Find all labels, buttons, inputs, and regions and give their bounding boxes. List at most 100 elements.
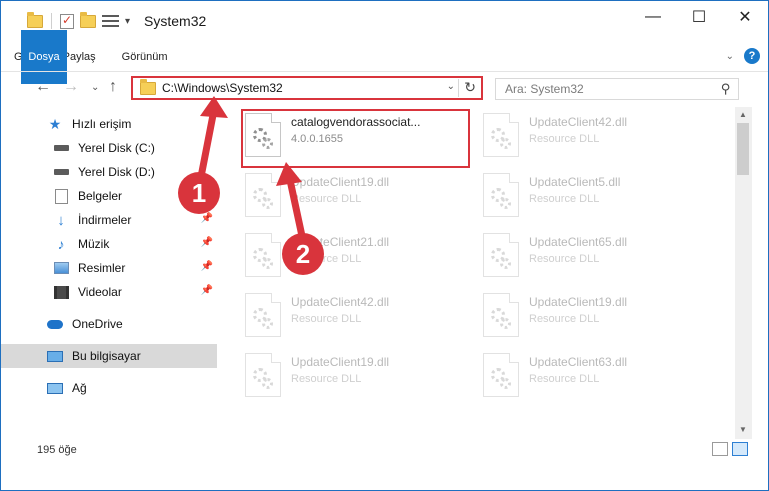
star-icon: ★: [48, 115, 62, 132]
dll-file-icon: [483, 113, 519, 157]
search-box[interactable]: Ara: System32 ⚲: [495, 78, 739, 100]
dll-file-icon: [245, 293, 281, 337]
address-folder-icon: [140, 78, 156, 95]
network-icon: [47, 380, 63, 396]
file-name: UpdateClient63.dll: [529, 355, 628, 369]
download-icon: ↓: [57, 211, 65, 229]
toolbar-divider: [51, 13, 52, 29]
file-item[interactable]: UpdateClient63.dll Resource DLL: [467, 349, 697, 403]
pictures-icon: [53, 260, 69, 276]
close-button[interactable]: ✕: [722, 1, 768, 33]
expand-ribbon-chevron-icon[interactable]: ⌄: [726, 51, 734, 62]
file-name: UpdateClient5.dll: [529, 175, 621, 189]
properties-icon[interactable]: [60, 13, 74, 29]
scroll-up-arrow-icon[interactable]: ▲: [739, 110, 747, 119]
file-name: UpdateClient19.dll: [529, 295, 628, 309]
file-item[interactable]: UpdateClient19.dll Resource DLL: [229, 169, 459, 223]
drive-icon: [53, 140, 69, 156]
computer-icon: [47, 348, 63, 364]
address-path[interactable]: C:\Windows\System32: [162, 81, 283, 95]
file-description: Resource DLL: [291, 313, 362, 325]
minimize-button[interactable]: —: [630, 1, 676, 33]
pin-icon[interactable]: 📌: [201, 261, 213, 272]
sidebar-item-videos[interactable]: Videolar 📌: [1, 280, 217, 304]
file-description: Resource DLL: [529, 133, 600, 145]
up-arrow-icon[interactable]: ↑: [109, 78, 117, 96]
sidebar-item-label: Hızlı erişim: [72, 117, 132, 131]
sidebar-item-this-pc[interactable]: Bu bilgisayar: [1, 344, 217, 368]
file-item[interactable]: UpdateClient5.dll Resource DLL: [467, 169, 697, 223]
drive-icon: [53, 164, 69, 180]
navigation-pane: ★ Hızlı erişim Yerel Disk (C:) Yerel Dis…: [1, 107, 217, 431]
sidebar-item-network[interactable]: Ağ: [1, 376, 217, 400]
selected-file-highlight-box: [241, 109, 470, 168]
document-icon: [53, 188, 69, 204]
dll-file-icon: [483, 173, 519, 217]
pin-icon[interactable]: 📌: [201, 213, 213, 224]
address-divider: [458, 79, 459, 97]
folder-icon: [27, 11, 43, 28]
pin-icon[interactable]: 📌: [201, 237, 213, 248]
sidebar-item-pictures[interactable]: Resimler 📌: [1, 256, 217, 280]
sidebar-item-label: İndirmeler: [78, 213, 132, 227]
address-dropdown-icon[interactable]: ⌄: [447, 81, 455, 92]
file-item[interactable]: UpdateClient19.dll Resource DLL: [467, 289, 697, 343]
sidebar-item-onedrive[interactable]: OneDrive: [1, 312, 217, 336]
sidebar-item-downloads[interactable]: ↓ İndirmeler 📌: [1, 208, 217, 232]
dll-file-icon: [483, 293, 519, 337]
file-name: UpdateClient42.dll: [291, 295, 390, 309]
address-bar[interactable]: C:\Windows\System32 ⌄ ↻: [131, 76, 483, 100]
refresh-icon[interactable]: ↻: [464, 79, 476, 96]
recent-locations-chevron-icon[interactable]: ⌄: [91, 82, 99, 93]
file-name: UpdateClient65.dll: [529, 235, 628, 249]
scrollbar-thumb[interactable]: [737, 123, 749, 175]
tab-view[interactable]: Görünüm: [109, 45, 181, 69]
back-arrow-icon[interactable]: ←: [35, 78, 51, 96]
sidebar-item-label: Müzik: [78, 237, 110, 251]
sidebar-item-label: Belgeler: [78, 189, 123, 203]
new-folder-icon[interactable]: [80, 11, 96, 28]
video-icon: [53, 284, 69, 300]
file-description: Resource DLL: [529, 313, 600, 325]
explorer-window: ▾ System32 — ☐ ✕ Dosya Giriş Paylaş Görü…: [0, 0, 769, 491]
vertical-scrollbar[interactable]: ▲ ▼: [735, 107, 752, 439]
forward-arrow-icon[interactable]: →: [63, 78, 79, 96]
annotation-badge-2: 2: [282, 233, 324, 275]
customize-toolbar-arrow-icon[interactable]: ▾: [125, 16, 130, 27]
sidebar-item-label: Resimler: [78, 261, 126, 275]
search-placeholder[interactable]: Ara: System32: [505, 82, 584, 96]
item-count: 195 öğe: [37, 444, 77, 456]
sidebar-item-label: Ağ: [72, 381, 87, 395]
file-description: Resource DLL: [529, 373, 600, 385]
dll-file-icon: [245, 173, 281, 217]
sidebar-item-music[interactable]: ♪ Müzik 📌: [1, 232, 217, 256]
file-item[interactable]: UpdateClient19.dll Resource DLL: [229, 349, 459, 403]
sidebar-item-label: Videolar: [78, 285, 122, 299]
sidebar-item-quick-access[interactable]: ★ Hızlı erişim: [1, 112, 217, 136]
file-item[interactable]: UpdateClient42.dll Resource DLL: [467, 109, 697, 163]
view-toggle: [712, 442, 748, 456]
file-description: Resource DLL: [529, 193, 600, 205]
help-icon[interactable]: ?: [744, 48, 760, 64]
file-name: UpdateClient19.dll: [291, 175, 390, 189]
dll-file-icon: [483, 353, 519, 397]
file-name: UpdateClient42.dll: [529, 115, 628, 129]
title-bar: ▾ System32 — ☐ ✕: [1, 1, 768, 41]
tiles-view-icon[interactable]: [732, 442, 748, 456]
ribbon-tabs: Dosya Giriş Paylaş Görünüm ⌄ ?: [1, 30, 768, 84]
maximize-button[interactable]: ☐: [676, 1, 722, 33]
file-item[interactable]: UpdateClient21.dll Resource DLL: [229, 229, 459, 283]
sidebar-item-local-disk-c[interactable]: Yerel Disk (C:): [1, 136, 217, 160]
file-item[interactable]: UpdateClient65.dll Resource DLL: [467, 229, 697, 283]
details-view-icon[interactable]: [712, 442, 728, 456]
dll-file-icon: [245, 233, 281, 277]
status-bar: 195 öğe: [1, 439, 768, 461]
sidebar-item-label: Yerel Disk (D:): [78, 165, 155, 179]
search-icon[interactable]: ⚲: [721, 81, 731, 97]
address-row: ← → ⌄ ↑ C:\Windows\System32 ⌄ ↻ Ara: Sys…: [1, 71, 768, 105]
view-options-icon[interactable]: [102, 14, 119, 28]
file-item[interactable]: UpdateClient42.dll Resource DLL: [229, 289, 459, 343]
scroll-down-arrow-icon[interactable]: ▼: [739, 425, 747, 434]
window-title: System32: [144, 13, 207, 29]
pin-icon[interactable]: 📌: [201, 285, 213, 296]
